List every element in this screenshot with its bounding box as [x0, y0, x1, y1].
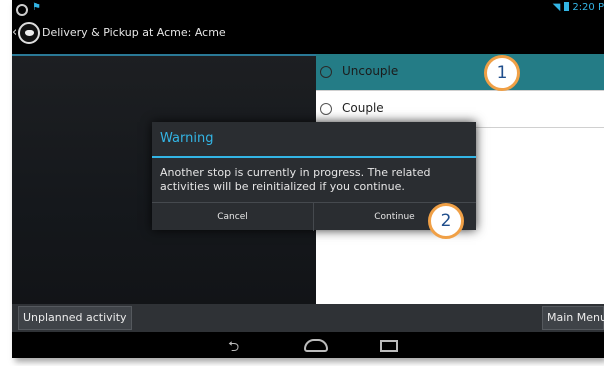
unplanned-activity-button[interactable]: Unplanned activity: [18, 306, 132, 330]
radio-button[interactable]: [320, 66, 332, 78]
radio-button[interactable]: [320, 103, 332, 115]
option-label: Uncouple: [342, 64, 399, 78]
wifi-icon: ◥: [552, 2, 561, 13]
navigation-bar: ⮌: [12, 332, 604, 358]
page-title: Delivery & Pickup at Acme: Acme: [42, 26, 226, 39]
callout-marker-1: 1: [484, 55, 520, 91]
notification-flag-icon: ⚑: [32, 2, 41, 13]
cancel-button[interactable]: Cancel: [152, 203, 314, 231]
action-bar: ‹ Delivery & Pickup at Acme: Acme: [12, 18, 604, 50]
recent-apps-icon[interactable]: [380, 340, 398, 352]
app-logo-icon[interactable]: [18, 22, 40, 44]
status-bar: ⚑ ◥ 2:20 P: [12, 0, 604, 18]
up-navigation-icon[interactable]: ‹: [12, 25, 17, 40]
dialog-title: Warning: [160, 131, 214, 146]
battery-icon: [564, 2, 570, 11]
option-label: Couple: [342, 101, 384, 115]
device-screen: ⚑ ◥ 2:20 P ‹ Delivery & Pickup at Acme: A…: [12, 0, 604, 358]
home-icon[interactable]: [304, 339, 328, 352]
back-icon[interactable]: ⮌: [228, 336, 239, 358]
dialog-message: Another stop is currently in progress. T…: [160, 166, 431, 193]
status-right: ◥ 2:20 P: [553, 2, 604, 13]
option-uncouple[interactable]: Uncouple: [316, 54, 604, 91]
main-menu-button[interactable]: Main Menu: [542, 306, 604, 330]
dialog-divider: [152, 156, 476, 158]
notification-ring-icon: [16, 4, 28, 16]
warning-dialog: Warning Another stop is currently in pro…: [152, 122, 476, 231]
status-time: 2:20 P: [572, 2, 604, 13]
callout-marker-2: 2: [428, 203, 464, 239]
bottom-bar: Unplanned activity Main Menu: [12, 304, 604, 332]
